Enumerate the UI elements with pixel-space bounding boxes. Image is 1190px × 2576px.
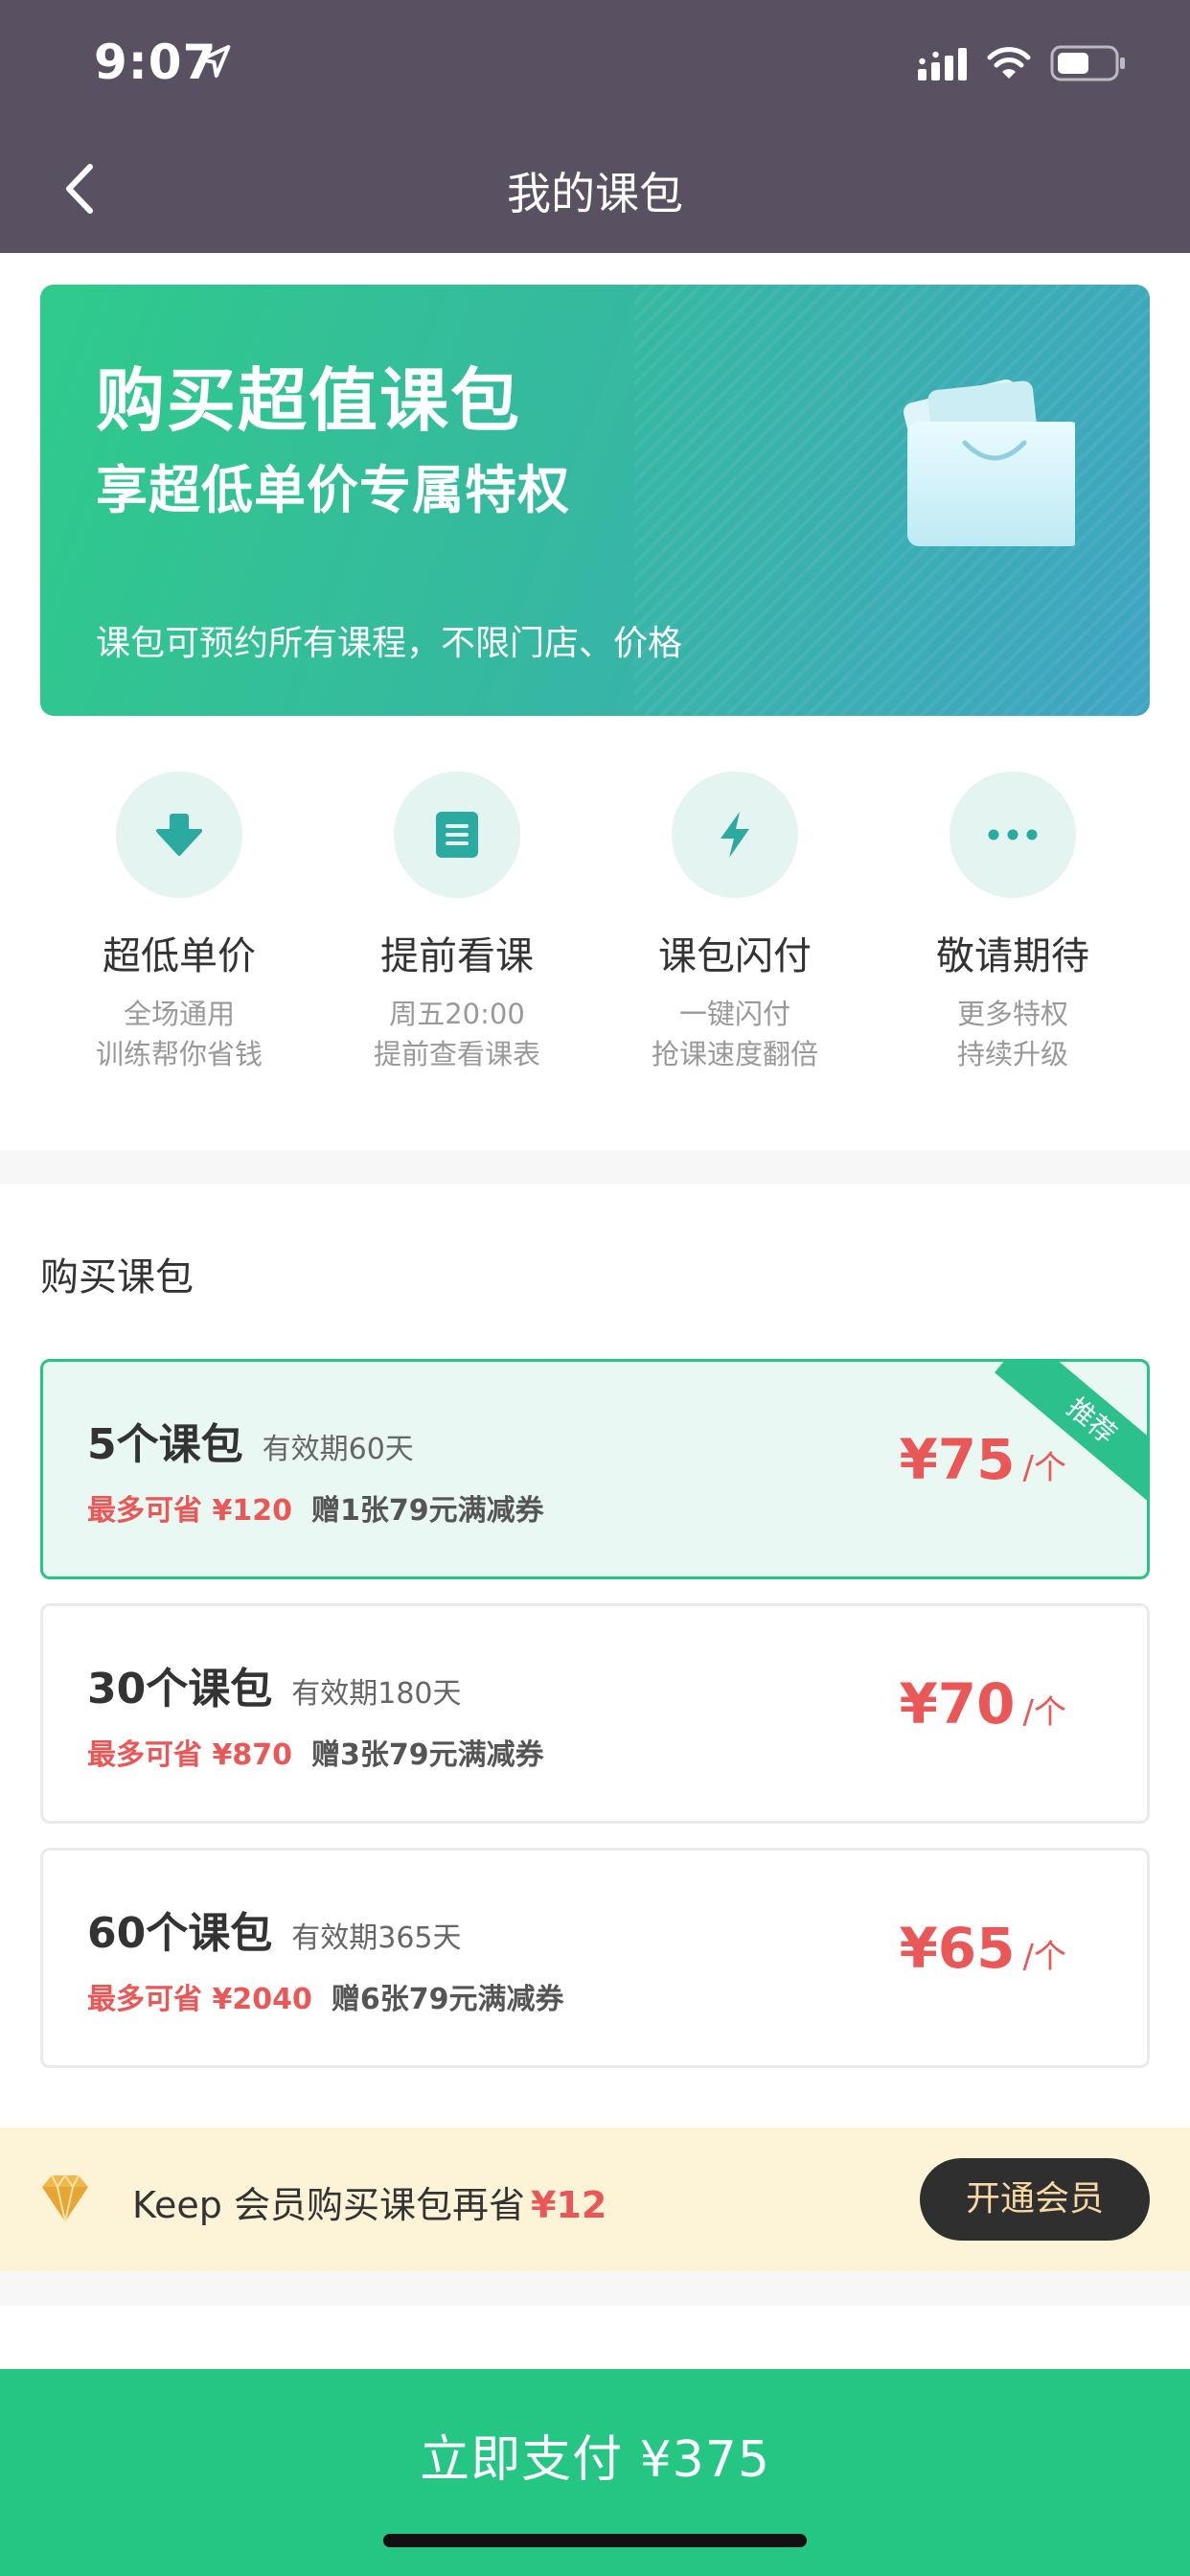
pack-gift: 赠6张79元满减券 bbox=[331, 1983, 564, 2016]
pack-save: 最多可省 ¥120 bbox=[87, 1494, 292, 1528]
pack-validity: 有效期60天 bbox=[262, 1433, 414, 1466]
pack-price-row: ¥75/个 bbox=[899, 1427, 1066, 1492]
header: 9:07 我的课包 bbox=[0, 0, 1190, 253]
feature-desc-line: 训练帮你省钱 bbox=[95, 1038, 263, 1070]
member-promo-text-row: Keep 会员购买课包再省 ¥12 bbox=[132, 2175, 606, 2228]
promo-banner: 购买超值课包 享超低单价专属特权 课包可预约所有课程，不限门店、价格 bbox=[40, 285, 1150, 716]
feature-item: 敬请期待 更多特权 持续升级 bbox=[874, 771, 1152, 1074]
pack-gift: 赠3张79元满减券 bbox=[310, 1738, 544, 1772]
pay-now-label: 立即支付 ¥375 bbox=[420, 2431, 770, 2489]
pack-name: 30个课包 bbox=[87, 1665, 273, 1714]
pack-save: 最多可省 ¥870 bbox=[87, 1738, 292, 1772]
pack-save-row: 最多可省 ¥2040 赠6张79元满减券 bbox=[87, 1975, 563, 2017]
feature-desc-line: 周五20:00 bbox=[389, 998, 525, 1030]
feature-title: 敬请期待 bbox=[936, 934, 1089, 978]
pack-price: ¥70 bbox=[899, 1671, 1016, 1736]
pack-unit: /个 bbox=[1022, 1938, 1066, 1976]
member-promo-text: Keep 会员购买课包再省 bbox=[132, 2184, 525, 2226]
more-dots-icon bbox=[988, 829, 1038, 840]
banner-title: 购买超值课包 bbox=[96, 360, 522, 441]
pack-price-row: ¥70/个 bbox=[899, 1671, 1066, 1736]
feature-item: 课包闪付 一键闪付 抢课速度翻倍 bbox=[596, 771, 874, 1074]
pack-name: 5个课包 bbox=[87, 1420, 243, 1469]
pack-name-row: 30个课包 有效期180天 bbox=[87, 1654, 462, 1715]
feature-title: 课包闪付 bbox=[658, 934, 812, 978]
pack-card-60[interactable]: 60个课包 有效期365天 最多可省 ¥2040 赠6张79元满减券 ¥65/个 bbox=[40, 1848, 1150, 2068]
document-icon bbox=[436, 812, 478, 858]
feature-item: 提前看课 周五20:00 提前查看课表 bbox=[318, 771, 596, 1074]
signal-icon bbox=[918, 48, 967, 80]
feature-desc-line: 更多特权 bbox=[956, 998, 1068, 1030]
section-divider bbox=[0, 1150, 1190, 1184]
diamond-icon bbox=[42, 2174, 88, 2222]
section-title: 购买课包 bbox=[40, 1255, 194, 1300]
pack-gift: 赠1张79元满减券 bbox=[310, 1494, 544, 1528]
section-divider bbox=[0, 2271, 1190, 2306]
feature-desc-line: 提前查看课表 bbox=[373, 1038, 540, 1070]
feature-grid: 超低单价 全场通用 训练帮你省钱 提前看课 周五20:00 提前查看课表 课包闪… bbox=[40, 771, 1150, 1078]
feature-desc-line: 全场通用 bbox=[123, 998, 235, 1030]
location-arrow-icon bbox=[199, 45, 231, 78]
open-membership-button[interactable]: 开通会员 bbox=[920, 2158, 1150, 2241]
pack-name: 60个课包 bbox=[87, 1909, 273, 1958]
feature-icon-circle bbox=[950, 771, 1076, 898]
feature-icon-circle bbox=[394, 771, 520, 898]
pack-card-30[interactable]: 30个课包 有效期180天 最多可省 ¥870 赠3张79元满减券 ¥70/个 bbox=[40, 1603, 1150, 1824]
feature-title: 超低单价 bbox=[103, 934, 256, 978]
feature-icon-circle bbox=[672, 771, 798, 898]
pack-validity: 有效期180天 bbox=[291, 1677, 462, 1711]
feature-icon-circle bbox=[116, 771, 242, 898]
pack-unit: /个 bbox=[1022, 1693, 1066, 1732]
feature-desc-line: 抢课速度翻倍 bbox=[651, 1038, 818, 1070]
pack-price: ¥75 bbox=[899, 1427, 1016, 1492]
pack-price: ¥65 bbox=[899, 1916, 1016, 1981]
lightning-icon bbox=[721, 812, 749, 858]
pack-unit: /个 bbox=[1022, 1449, 1066, 1487]
pack-save-row: 最多可省 ¥870 赠3张79元满减券 bbox=[87, 1731, 544, 1773]
download-arrow-icon bbox=[156, 814, 202, 856]
pack-save: 最多可省 ¥2040 bbox=[87, 1983, 312, 2016]
feature-desc-line: 一键闪付 bbox=[678, 998, 790, 1030]
pack-name-row: 60个课包 有效期365天 bbox=[87, 1898, 462, 1960]
pack-price-row: ¥65/个 bbox=[899, 1916, 1066, 1981]
home-indicator bbox=[383, 2534, 807, 2547]
pack-save-row: 最多可省 ¥120 赠1张79元满减券 bbox=[87, 1486, 544, 1529]
pack-validity: 有效期365天 bbox=[291, 1921, 462, 1955]
pack-card-5[interactable]: 5个课包 有效期60天 最多可省 ¥120 赠1张79元满减券 ¥75/个 推荐 bbox=[40, 1359, 1150, 1579]
battery-icon bbox=[1050, 45, 1125, 81]
feature-desc-line: 持续升级 bbox=[956, 1038, 1068, 1070]
banner-note: 课包可预约所有课程，不限门店、价格 bbox=[96, 624, 683, 663]
member-promo-amount: ¥12 bbox=[531, 2184, 607, 2226]
wifi-icon bbox=[987, 47, 1031, 79]
page-title: 我的课包 bbox=[507, 168, 683, 219]
member-promo-bar: Keep 会员购买课包再省 ¥12 开通会员 bbox=[0, 2128, 1190, 2271]
banner-subtitle: 享超低单价专属特权 bbox=[96, 460, 570, 520]
pack-name-row: 5个课包 有效期60天 bbox=[87, 1410, 414, 1471]
feature-item: 超低单价 全场通用 训练帮你省钱 bbox=[40, 771, 318, 1074]
feature-title: 提前看课 bbox=[380, 934, 534, 978]
shopping-bag-icon bbox=[904, 379, 1075, 546]
